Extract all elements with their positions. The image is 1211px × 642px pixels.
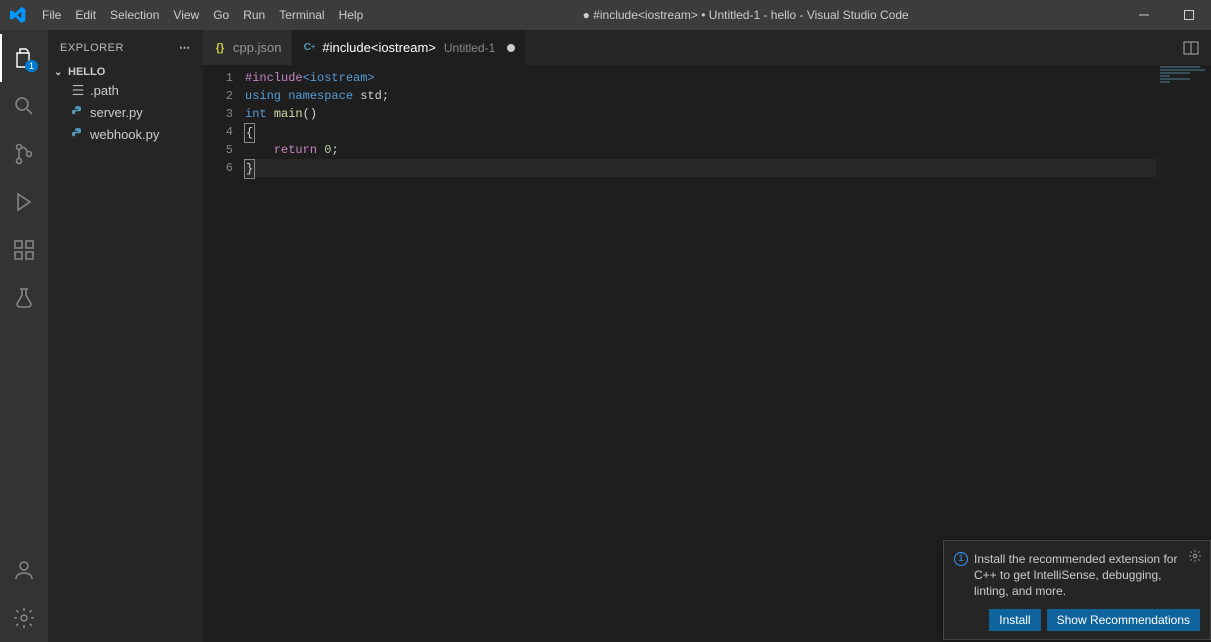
sidebar-title: EXPLORER bbox=[60, 42, 124, 54]
sidebar-more-icon[interactable]: ⋯ bbox=[179, 41, 191, 54]
code-line: #include<iostream> bbox=[245, 69, 1211, 87]
menu-view[interactable]: View bbox=[166, 0, 206, 30]
dirty-indicator-icon bbox=[507, 44, 515, 52]
explorer-badge: 1 bbox=[25, 60, 38, 72]
code-line: } bbox=[245, 159, 1211, 177]
sidebar-header: EXPLORER ⋯ bbox=[48, 30, 203, 65]
tab-label: cpp.json bbox=[233, 40, 281, 55]
sidebar: EXPLORER ⋯ ⌄ HELLO .path server.py webho… bbox=[48, 30, 203, 642]
menu-bar: File Edit Selection View Go Run Terminal… bbox=[35, 0, 370, 30]
cpp-icon: C+ bbox=[302, 41, 316, 55]
file-item-path[interactable]: .path bbox=[48, 79, 203, 101]
show-recommendations-button[interactable]: Show Recommendations bbox=[1047, 609, 1200, 631]
extensions-icon[interactable] bbox=[0, 226, 48, 274]
menu-go[interactable]: Go bbox=[206, 0, 236, 30]
vscode-logo-icon bbox=[0, 7, 35, 23]
window-title: ● #include<iostream> • Untitled-1 - hell… bbox=[370, 8, 1121, 22]
code-line: int main() bbox=[245, 105, 1211, 123]
menu-edit[interactable]: Edit bbox=[68, 0, 103, 30]
explorer-icon[interactable]: 1 bbox=[0, 34, 48, 82]
code-line: using namespace std; bbox=[245, 87, 1211, 105]
editor-tabs: {} cpp.json C+ #include<iostream> Untitl… bbox=[203, 30, 1211, 65]
line-number: 4 bbox=[203, 123, 233, 141]
file-label: .path bbox=[90, 83, 119, 98]
menu-selection[interactable]: Selection bbox=[103, 0, 166, 30]
notification-message: Install the recommended extension for C+… bbox=[974, 551, 1200, 599]
file-label: server.py bbox=[90, 105, 143, 120]
chevron-down-icon: ⌄ bbox=[54, 67, 68, 78]
editor-actions bbox=[1179, 30, 1211, 65]
code-line: { bbox=[245, 123, 1211, 141]
window-controls bbox=[1121, 0, 1211, 30]
line-number: 5 bbox=[203, 141, 233, 159]
python-icon bbox=[70, 104, 86, 120]
tab-cppjson[interactable]: {} cpp.json bbox=[203, 30, 292, 65]
file-item-server[interactable]: server.py bbox=[48, 101, 203, 123]
python-icon bbox=[70, 126, 86, 142]
install-button[interactable]: Install bbox=[989, 609, 1040, 631]
folder-header[interactable]: ⌄ HELLO bbox=[48, 65, 203, 79]
json-icon: {} bbox=[213, 41, 227, 55]
tab-untitled[interactable]: C+ #include<iostream> Untitled-1 bbox=[292, 30, 526, 65]
menu-run[interactable]: Run bbox=[236, 0, 272, 30]
split-editor-icon[interactable] bbox=[1179, 36, 1203, 60]
sidebar-section: ⌄ HELLO .path server.py webhook.py bbox=[48, 65, 203, 145]
minimize-button[interactable] bbox=[1121, 0, 1166, 30]
maximize-button[interactable] bbox=[1166, 0, 1211, 30]
activity-bar: 1 bbox=[0, 30, 48, 642]
source-control-icon[interactable] bbox=[0, 130, 48, 178]
run-debug-icon[interactable] bbox=[0, 178, 48, 226]
tab-description: Untitled-1 bbox=[444, 41, 495, 55]
editor-group: {} cpp.json C+ #include<iostream> Untitl… bbox=[203, 30, 1211, 642]
tab-label: #include<iostream> bbox=[322, 40, 435, 55]
file-label: webhook.py bbox=[90, 127, 159, 142]
menu-terminal[interactable]: Terminal bbox=[272, 0, 331, 30]
line-number: 3 bbox=[203, 105, 233, 123]
file-item-webhook[interactable]: webhook.py bbox=[48, 123, 203, 145]
line-number: 2 bbox=[203, 87, 233, 105]
menu-help[interactable]: Help bbox=[332, 0, 371, 30]
line-number: 6 bbox=[203, 159, 233, 177]
notification-gear-icon[interactable] bbox=[1188, 549, 1202, 566]
testing-icon[interactable] bbox=[0, 274, 48, 322]
folder-name: HELLO bbox=[68, 66, 105, 78]
search-icon[interactable] bbox=[0, 82, 48, 130]
notification-toast: i Install the recommended extension for … bbox=[943, 540, 1211, 640]
info-icon: i bbox=[954, 552, 968, 566]
titlebar: File Edit Selection View Go Run Terminal… bbox=[0, 0, 1211, 30]
line-gutter: 1 2 3 4 5 6 bbox=[203, 65, 245, 642]
accounts-icon[interactable] bbox=[0, 546, 48, 594]
menu-file[interactable]: File bbox=[35, 0, 68, 30]
code-line: return 0; bbox=[245, 141, 1211, 159]
list-icon bbox=[70, 82, 86, 98]
line-number: 1 bbox=[203, 69, 233, 87]
settings-gear-icon[interactable] bbox=[0, 594, 48, 642]
